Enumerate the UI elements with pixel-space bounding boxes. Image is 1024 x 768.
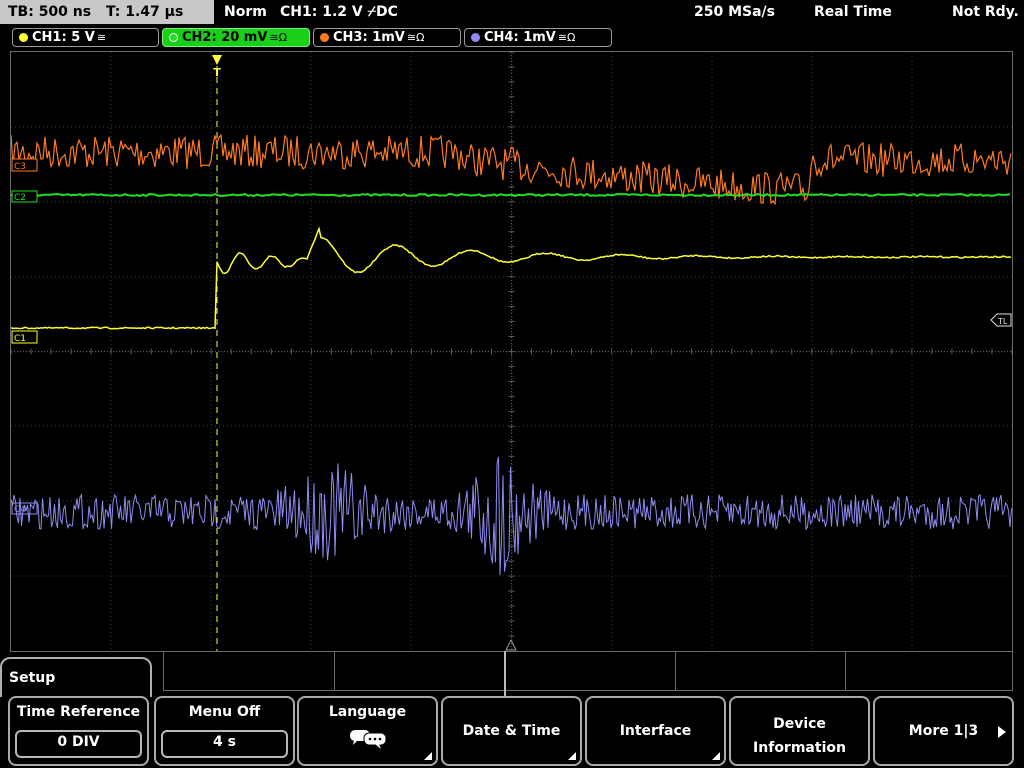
ch2-marker[interactable]: C2 (11, 190, 38, 203)
menu-off-softkey[interactable]: Menu Off 4 s (154, 696, 295, 766)
language-label: Language (328, 704, 407, 720)
ch4-coupling: ≅Ω (557, 31, 576, 44)
ch1-label: CH1: 5 V (32, 30, 95, 45)
ch2-trace (11, 192, 1011, 198)
more-label: More 1|3 (908, 723, 979, 739)
time-reference-softkey[interactable]: Time Reference 0 DIV (8, 696, 149, 766)
waveform-display[interactable]: T C3 C2 C1 TL C4 (10, 51, 1013, 652)
graticule (11, 52, 1012, 651)
timebase-panel: TB: 500 ns T: 1.47 µs (0, 0, 214, 24)
ch4-label: CH4: 1mV (484, 30, 556, 45)
more-softkey[interactable]: More 1|3 (873, 696, 1014, 766)
interface-softkey[interactable]: Interface (585, 696, 726, 766)
time-reference-label: Time Reference (16, 704, 141, 720)
info-strip (163, 651, 1013, 691)
menu-off-label: Menu Off (188, 704, 261, 720)
menu-divider (504, 651, 506, 696)
trigger-level-label: TL (997, 317, 1008, 326)
status-bar: Norm CH1: 1.2 V ⌿DC 250 MSa/s Real Time … (216, 0, 1024, 24)
submenu-indicator-icon (712, 752, 720, 760)
interface-label: Interface (619, 723, 692, 739)
ch3-marker-label: C3 (14, 162, 26, 172)
ch3-tab[interactable]: CH3: 1mV ≅Ω (313, 28, 461, 47)
sample-rate: 250 MSa/s (694, 4, 776, 20)
acquisition-mode: Real Time (814, 4, 892, 20)
next-page-arrow-icon (998, 726, 1006, 738)
ch3-label: CH3: 1mV (333, 30, 405, 45)
ch2-color-dot (169, 33, 178, 42)
submenu-indicator-icon (568, 752, 576, 760)
ch2-coupling: ≅Ω (269, 31, 288, 44)
ch4-color-dot (471, 33, 480, 42)
trigger-label: T (213, 66, 221, 79)
ch1-coupling: ≅ (96, 31, 107, 44)
trigger-level-marker[interactable]: TL (990, 313, 1012, 327)
time-reference-value: 0 DIV (15, 730, 142, 758)
ch4-tab[interactable]: CH4: 1mV ≅Ω (464, 28, 612, 47)
ch3-marker[interactable]: C3 (11, 158, 38, 172)
ch4-marker-label: C4 (14, 505, 26, 515)
ch1-color-dot (19, 33, 28, 42)
ch1-marker-label: C1 (14, 334, 26, 344)
trigger-info: CH1: 1.2 V ⌿DC (280, 4, 398, 20)
date-time-softkey[interactable]: Date & Time (441, 696, 582, 766)
menu-title: Setup (0, 657, 152, 697)
ch2-label: CH2: 20 mV (182, 30, 268, 45)
horizontal-position-marker-icon (505, 638, 517, 651)
acquisition-state: Not Rdy. (952, 4, 1019, 20)
trigger-mode: Norm (224, 4, 267, 20)
ch2-marker-label: C2 (14, 193, 26, 203)
menu-off-value: 4 s (161, 730, 288, 758)
speech-bubbles-icon (350, 730, 387, 749)
ch1-tab[interactable]: CH1: 5 V ≅ (12, 28, 159, 47)
ch3-color-dot (320, 33, 329, 42)
date-time-label: Date & Time (462, 723, 561, 739)
ch3-coupling: ≅Ω (406, 31, 425, 44)
language-softkey[interactable]: Language (297, 696, 438, 766)
ch1-marker[interactable]: C1 (11, 330, 38, 344)
trigger-time-value: T: 1.47 µs (105, 4, 184, 20)
device-information-label: Device Information (753, 716, 846, 756)
submenu-indicator-icon (424, 752, 432, 760)
trigger-marker[interactable]: T (212, 55, 222, 79)
device-information-softkey[interactable]: Device Information (729, 696, 870, 766)
ch2-tab[interactable]: CH2: 20 mV ≅Ω (162, 28, 310, 47)
trigger-arrow-icon (212, 55, 222, 65)
timebase-value: TB: 500 ns (8, 4, 92, 20)
